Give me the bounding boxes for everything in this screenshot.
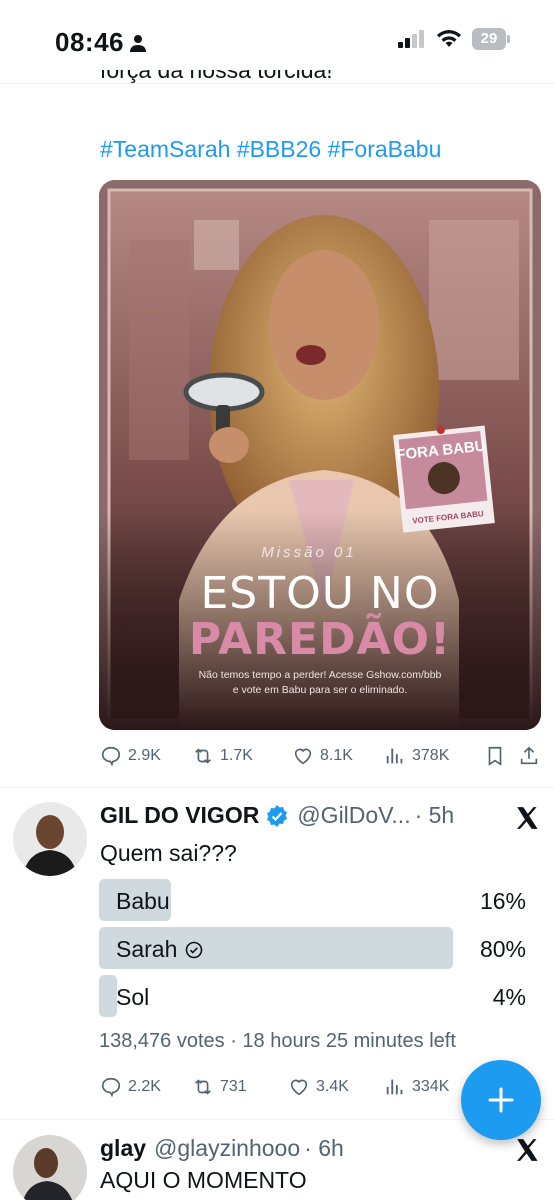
poll-meta: 138,476 votes · 18 hours 25 minutes left [99, 1030, 456, 1053]
tweet-time[interactable]: · 5h [415, 802, 455, 829]
tweet-media-image[interactable]: FORA BABU VOTE FORA BABU Missão 01 ESTOU… [99, 180, 541, 730]
tweet2-text: Quem sai??? [100, 840, 237, 866]
verified-badge-icon [267, 804, 288, 827]
tweet2-actions: 2.2K 731 3.4K 334K [100, 1076, 474, 1098]
poster-mission: Missão 01 [261, 544, 356, 561]
poll-time-left: · 18 hours 25 minutes left [230, 1030, 456, 1052]
poster-image: FORA BABU VOTE FORA BABU Missão 01 ESTOU… [99, 180, 541, 730]
person-icon [130, 34, 146, 52]
heart-icon [290, 1079, 308, 1096]
hashtags-link[interactable]: #TeamSarah #BBB26 #ForaBabu [100, 136, 441, 163]
author-handle[interactable]: @glayzinhooo [154, 1135, 300, 1162]
heart-icon [294, 748, 312, 765]
repost-button[interactable]: 1.7K [192, 745, 292, 767]
avatar-gil[interactable] [13, 802, 87, 876]
views-icon [386, 748, 403, 764]
reply-icon [101, 1077, 121, 1098]
like-button[interactable]: 3.4K [288, 1076, 384, 1098]
tweet1-actions: 2.9K 1.7K 8.1K 378K [100, 745, 548, 767]
battery-icon: 29 [472, 28, 510, 50]
tweet-text-cut: força da nossa torcida! [100, 70, 333, 83]
like-button[interactable]: 8.1K [292, 745, 384, 767]
check-circle-icon [186, 941, 203, 958]
share-button[interactable] [518, 745, 548, 767]
poll-votes: 138,476 votes [99, 1030, 225, 1052]
views-icon [386, 1079, 403, 1095]
reply-icon [101, 746, 121, 767]
signal-icon [398, 30, 424, 48]
battery-level: 29 [472, 28, 506, 50]
poster-headline-2: PAREDÃO! [189, 612, 451, 665]
poster-headline-1: ESTOU NO [201, 568, 440, 619]
x-logo-icon[interactable] [514, 1137, 540, 1163]
poster-sub-2: e vote em Babu para ser o eliminado. [233, 684, 408, 696]
wifi-icon [437, 30, 461, 47]
clock-text: 08:46 [55, 27, 124, 57]
tweet3-text: AQUI O MOMENTO [100, 1167, 307, 1193]
divider [0, 787, 554, 788]
tweet3-header: glay @glayzinhooo · 6h [100, 1135, 344, 1162]
author-handle[interactable]: @GilDoV... [297, 802, 410, 829]
poll-option-babu[interactable]: Babu 16% [99, 879, 526, 921]
avatar-glay[interactable] [13, 1135, 87, 1200]
poll-option-sol[interactable]: Sol 4% [99, 975, 526, 1017]
bookmark-icon [488, 746, 502, 766]
reply-button[interactable]: 2.2K [100, 1076, 192, 1098]
views-button[interactable]: 378K [384, 745, 484, 767]
poll-option-sarah[interactable]: Sarah 80% [99, 927, 526, 969]
repost-icon [195, 1079, 211, 1095]
status-time: 08:46 [55, 27, 146, 58]
repost-icon [195, 748, 211, 764]
status-icons: 29 [398, 28, 510, 50]
share-icon [520, 746, 538, 765]
author-name[interactable]: GIL DO VIGOR [100, 802, 259, 829]
poster-sub-1: Não temos tempo a perder! Acesse Gshow.c… [199, 669, 442, 681]
reply-button[interactable]: 2.9K [100, 745, 192, 767]
tweet2-header: GIL DO VIGOR @GilDoV... · 5h [100, 802, 454, 829]
compose-button[interactable] [461, 1060, 541, 1140]
poll-bar [99, 975, 117, 1017]
author-name[interactable]: glay [100, 1135, 146, 1162]
repost-button[interactable]: 731 [192, 1076, 288, 1098]
bookmark-button[interactable] [484, 745, 518, 767]
tweet-time[interactable]: · 6h [304, 1135, 344, 1162]
x-logo-icon[interactable] [514, 805, 540, 831]
plus-icon [488, 1087, 514, 1113]
